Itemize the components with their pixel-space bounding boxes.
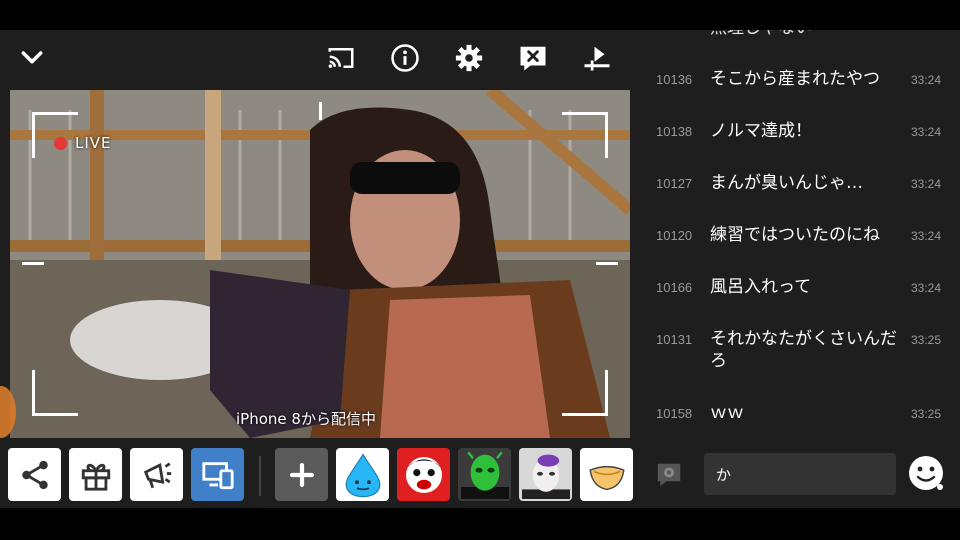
comment-text: ノルマ達成！ — [710, 121, 812, 141]
frame-tick — [22, 262, 44, 265]
close-comment-icon[interactable] — [513, 38, 553, 78]
comment-text: 練習ではついたのにね — [710, 225, 880, 245]
live-indicator: LIVE — [54, 134, 112, 152]
bowl-stamp-icon — [588, 465, 625, 490]
share-button[interactable] — [8, 448, 61, 501]
comment-number: 10127 — [656, 176, 693, 191]
stamp-drop[interactable] — [336, 448, 389, 501]
frame-corner — [562, 112, 608, 158]
video-player[interactable]: LIVE iPhone 8から配信中 — [10, 90, 630, 438]
comment-time: 33:25 — [911, 407, 942, 421]
action-bar — [0, 442, 640, 504]
app-window: LIVE iPhone 8から配信中 10136 そこから産まれたやつ 33:2… — [0, 30, 960, 508]
comment-time: 33:25 — [911, 333, 942, 347]
frame-tick — [596, 262, 618, 265]
comment-number: 10166 — [656, 280, 693, 295]
comment-time: 33:24 — [911, 229, 942, 243]
gift-button[interactable] — [69, 448, 122, 501]
chevron-down-icon[interactable] — [12, 38, 52, 78]
info-icon[interactable] — [385, 38, 425, 78]
stamp-purple-head[interactable] — [519, 448, 572, 501]
frame-tick — [319, 102, 322, 120]
comment-gear-icon — [657, 463, 681, 487]
comment-time: 33:24 — [911, 73, 942, 87]
comment-number: 10136 — [656, 72, 693, 87]
comment-number: 10158 — [656, 406, 693, 421]
comments-panel[interactable]: 無理じゃない 10136 そこから産まれたやつ 33:24 10138 ノルマ達… — [640, 30, 960, 442]
comment-partial: 無理じゃない — [710, 30, 905, 39]
devices-icon — [201, 461, 234, 489]
plus-icon — [289, 462, 314, 487]
stamp-green-alien[interactable] — [458, 448, 511, 501]
gear-icon[interactable] — [449, 38, 489, 78]
device-label: iPhone 8から配信中 — [236, 410, 376, 428]
purple-head-stamp-icon — [521, 454, 570, 499]
comment-number: 10120 — [656, 228, 693, 243]
comment-number: 10138 — [656, 124, 693, 139]
comment-text: ｗｗ — [710, 403, 744, 423]
comment-number: 10131 — [656, 332, 693, 347]
face-stamp-icon — [405, 456, 442, 493]
megaphone-icon — [143, 461, 171, 488]
top-toolbar — [0, 30, 640, 86]
comment-settings-button[interactable] — [654, 460, 684, 490]
add-stamp-button[interactable] — [275, 448, 328, 501]
frame-corner — [562, 370, 608, 416]
stamp-face-red[interactable] — [397, 448, 450, 501]
announce-button[interactable] — [130, 448, 183, 501]
cast-icon[interactable] — [321, 38, 361, 78]
live-label: LIVE — [75, 134, 112, 152]
comment-text: まんが臭いんじゃ… — [710, 173, 863, 193]
comment-input[interactable] — [704, 453, 896, 495]
playlist-icon[interactable] — [577, 38, 617, 78]
stamp-bowl[interactable] — [580, 448, 633, 501]
drop-stamp-icon — [345, 452, 380, 497]
comment-text: 風呂入れって — [710, 277, 812, 297]
comment-time: 33:24 — [911, 177, 942, 191]
emoji-button[interactable] — [906, 453, 946, 493]
comment-text: そこから産まれたやつ — [710, 69, 880, 89]
frame-corner — [32, 370, 78, 416]
alien-stamp-icon — [460, 450, 509, 499]
gift-icon — [81, 463, 110, 491]
action-divider — [259, 456, 261, 496]
comment-text: それかなたがくさいんだろ — [710, 329, 897, 371]
live-dot — [54, 136, 67, 150]
device-button[interactable] — [191, 448, 244, 501]
comment-time: 33:24 — [911, 125, 942, 139]
share-icon — [21, 460, 48, 489]
comment-time: 33:24 — [911, 281, 942, 295]
smiley-icon — [909, 456, 943, 490]
